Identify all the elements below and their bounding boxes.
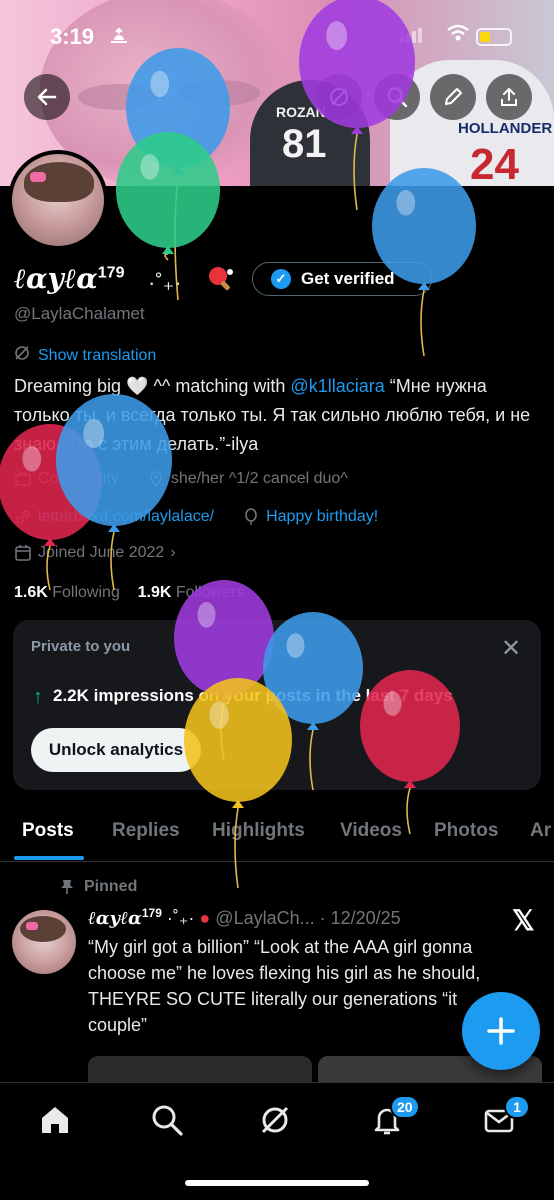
profile-category: Community — [38, 470, 119, 487]
post-author-decoration: ·˚₊· — [166, 908, 195, 928]
profile-location: she/her ^1/2 cancel duo^ — [170, 470, 348, 487]
impressions-summary: ↑ 2.2K impressions on your posts in the … — [33, 686, 453, 709]
chevron-right-icon: › — [170, 544, 176, 561]
grok-button[interactable] — [316, 74, 362, 120]
get-verified-label: Get verified — [301, 269, 395, 288]
balloon-icon — [245, 508, 257, 525]
grok-icon[interactable] — [258, 1103, 292, 1137]
search-button[interactable] — [374, 74, 420, 120]
status-time: 3:19 — [50, 24, 95, 49]
following-link[interactable]: 1.6K Following — [14, 584, 120, 601]
follow-stats: 1.6K Following 1.9K Followers — [14, 584, 244, 602]
jersey-right-number: 24 — [470, 140, 519, 186]
battery-icon — [476, 28, 512, 46]
private-to-you-label: Private to you — [31, 638, 131, 655]
home-icon[interactable] — [38, 1103, 72, 1137]
post-author-name[interactable]: ℓαуℓα179 — [88, 906, 162, 929]
active-tab-indicator — [14, 856, 84, 860]
arrow-up-icon: ↑ — [33, 686, 43, 708]
plus-icon — [487, 1017, 515, 1045]
share-button[interactable] — [486, 74, 532, 120]
close-icon[interactable]: ✕ — [501, 634, 521, 663]
display-name: ℓαуℓα179 — [14, 262, 125, 295]
home-indicator — [185, 1180, 369, 1186]
show-translation-label: Show translation — [38, 346, 157, 364]
get-verified-button[interactable]: ✓ Get verified — [252, 262, 432, 296]
tab-videos[interactable]: Videos — [340, 820, 402, 842]
analytics-card: Private to you ✕ ↑ 2.2K impressions on y… — [13, 620, 541, 790]
name-decoration: ·˚₊· — [148, 270, 182, 295]
signal-icon — [400, 28, 422, 43]
profile-tabs: Posts Replies Highlights Videos Photos A… — [0, 806, 554, 862]
post-text: “My girl got a billion” “Look at the AAA… — [88, 937, 481, 1035]
sunset-icon — [108, 27, 130, 51]
arrow-left-icon — [37, 88, 57, 106]
ping-pong-icon: ● — [199, 908, 211, 928]
joined-date: Joined June 2022 — [38, 544, 165, 561]
tab-highlights[interactable]: Highlights — [212, 820, 305, 842]
post-handle-time: @LaylaCh... · 12/20/25 — [215, 908, 401, 928]
search-icon[interactable] — [150, 1103, 184, 1137]
back-button[interactable] — [24, 74, 70, 120]
messages-badge: 1 — [504, 1095, 530, 1119]
tab-replies[interactable]: Replies — [112, 820, 180, 842]
pinned-label: Pinned — [60, 878, 137, 896]
show-translation-link[interactable]: Show translation — [14, 345, 156, 366]
profile-handle: @LaylaChalamet — [14, 304, 145, 323]
post-author-avatar[interactable] — [12, 910, 76, 974]
banner-eye — [78, 84, 158, 110]
avatar-bow — [30, 172, 46, 182]
location-pin-icon — [150, 471, 162, 488]
pin-icon — [61, 880, 73, 894]
grok-icon — [330, 88, 348, 106]
jersey-left-number: 81 — [282, 122, 327, 166]
birthday-link[interactable]: Happy birthday! — [266, 508, 378, 526]
edit-button[interactable] — [430, 74, 476, 120]
notifications-badge: 20 — [390, 1095, 420, 1119]
tab-photos[interactable]: Photos — [434, 820, 498, 842]
profile-website-link[interactable]: letterboxd.com/laylalace/ — [38, 508, 214, 526]
jersey-right-name: HOLLANDER — [458, 120, 553, 137]
search-icon — [387, 87, 408, 108]
calendar-icon — [15, 545, 31, 561]
profile-bio: Dreaming big 🤍 ^^ matching with @k1llaci… — [14, 376, 531, 454]
avatar-hair — [24, 162, 94, 202]
verified-check-icon: ✓ — [271, 269, 291, 289]
status-bar: 3:19 — [0, 22, 554, 54]
unlock-analytics-button[interactable]: Unlock analytics — [31, 728, 201, 772]
followers-link[interactable]: 1.9K Followers — [138, 584, 245, 601]
profile-meta-row-1: Community she/her ^1/2 cancel duo^ — [14, 470, 348, 488]
link-icon — [16, 510, 30, 524]
x-logo-icon: 𝕏 — [512, 905, 535, 936]
avatar-bow — [26, 922, 38, 930]
grok-icon — [14, 345, 30, 366]
ping-pong-icon — [206, 264, 236, 301]
wifi-icon — [446, 24, 470, 48]
profile-meta-row-2: letterboxd.com/laylalace/ Happy birthday… — [14, 508, 378, 526]
impressions-text: 2.2K impressions on your posts in the la… — [53, 686, 453, 705]
profile-meta-row-3[interactable]: Joined June 2022 › — [14, 544, 176, 562]
tab-posts[interactable]: Posts — [22, 820, 74, 842]
briefcase-icon — [15, 472, 31, 486]
banner-eye — [180, 80, 260, 106]
compose-post-button[interactable] — [462, 992, 540, 1070]
display-name-number: 179 — [97, 264, 125, 282]
post-header: ℓαуℓα179 ·˚₊· ● @LaylaCh... · 12/20/25 — [88, 906, 401, 929]
bio-mention-link[interactable]: @k1llaciara — [290, 376, 384, 396]
profile-avatar[interactable] — [8, 150, 108, 250]
share-icon — [501, 88, 517, 106]
tab-articles[interactable]: Ar — [530, 820, 551, 842]
pencil-icon — [445, 88, 462, 105]
